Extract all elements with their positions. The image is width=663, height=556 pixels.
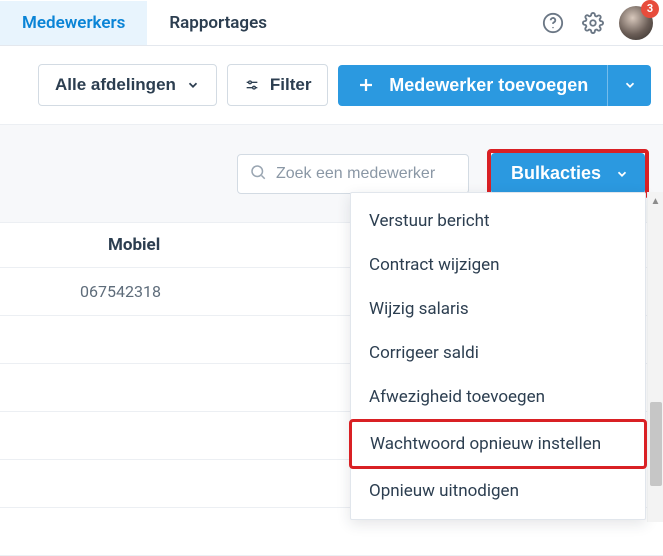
filter-button[interactable]: Filter: [227, 64, 329, 106]
column-header-mobiel: Mobiel: [0, 223, 176, 267]
bulk-item-change-contract[interactable]: Contract wijzigen: [351, 243, 645, 287]
tab-reports[interactable]: Rapportages: [147, 1, 289, 45]
bulk-actions-label: Bulkacties: [511, 163, 601, 184]
bulk-item-add-absence[interactable]: Afwezigheid toevoegen: [351, 375, 645, 419]
filter-label: Filter: [270, 75, 312, 95]
add-employee-caret[interactable]: [607, 65, 651, 106]
search-icon: [249, 163, 267, 185]
top-bar: Medewerkers Rapportages 3: [0, 0, 663, 46]
toolbar: Alle afdelingen Filter Medewerker toevoe…: [0, 46, 663, 124]
scrollbar-thumb[interactable]: [650, 402, 662, 486]
cell-mobiel: 067542318: [0, 282, 177, 301]
chevron-down-icon: [615, 167, 629, 181]
chevron-down-icon: [186, 78, 200, 92]
bulk-item-highlight: Wachtwoord opnieuw instellen: [349, 419, 647, 469]
avatar[interactable]: 3: [619, 6, 653, 40]
search-input[interactable]: [237, 154, 469, 194]
plus-icon: [357, 76, 375, 94]
departments-dropdown[interactable]: Alle afdelingen: [38, 64, 217, 106]
tab-employees[interactable]: Medewerkers: [0, 1, 147, 45]
filter-icon: [244, 77, 260, 93]
bulk-item-reinvite[interactable]: Opnieuw uitnodigen: [351, 469, 645, 513]
scrollbar[interactable]: ▲: [647, 192, 663, 522]
bulk-actions-highlight: Bulkacties: [487, 149, 649, 198]
add-employee-label: Medewerker toevoegen: [389, 75, 588, 96]
bulk-item-send-message[interactable]: Verstuur bericht: [351, 199, 645, 243]
departments-label: Alle afdelingen: [55, 75, 176, 95]
gear-icon[interactable]: [577, 7, 609, 39]
scrollbar-up-icon[interactable]: ▲: [648, 192, 663, 210]
bulk-item-correct-balance[interactable]: Corrigeer saldi: [351, 331, 645, 375]
bulk-actions-button[interactable]: Bulkacties: [491, 153, 645, 194]
notification-badge: 3: [641, 0, 659, 18]
bulk-item-change-salary[interactable]: Wijzig salaris: [351, 287, 645, 331]
add-employee-button[interactable]: Medewerker toevoegen: [338, 65, 607, 106]
bulk-actions-dropdown: Verstuur bericht Contract wijzigen Wijzi…: [350, 192, 646, 520]
chevron-down-icon: [623, 78, 637, 92]
bulk-item-reset-password[interactable]: Wachtwoord opnieuw instellen: [352, 422, 644, 466]
help-icon[interactable]: [537, 7, 569, 39]
